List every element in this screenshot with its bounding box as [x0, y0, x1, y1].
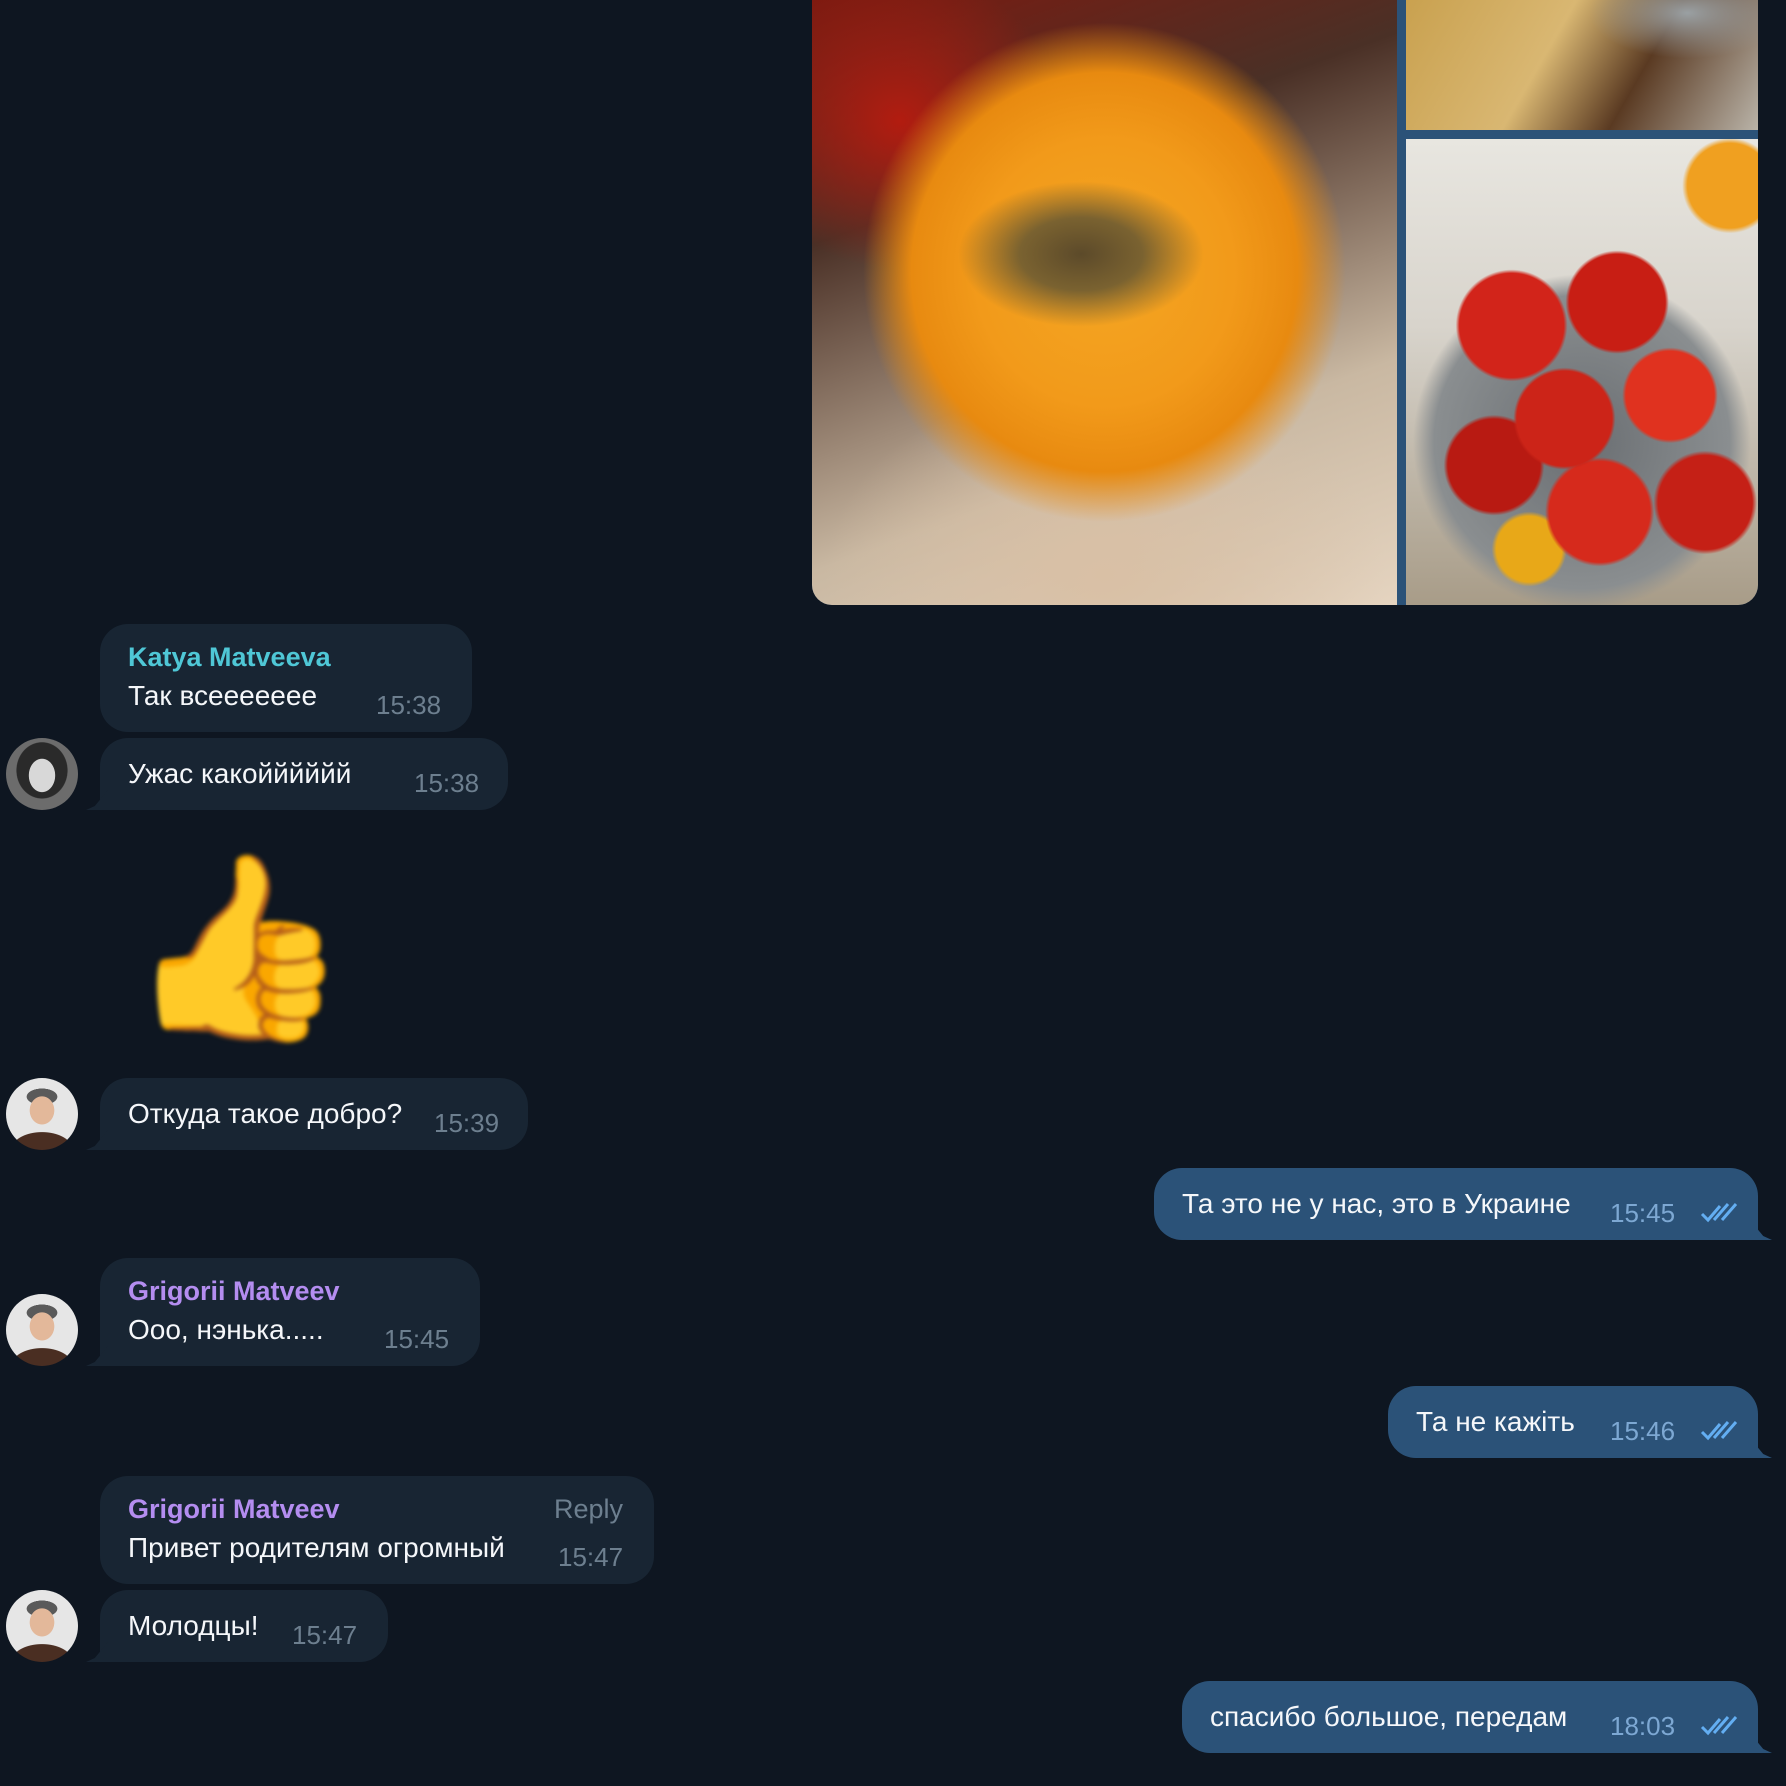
message-text: Молодцы! — [128, 1610, 259, 1641]
double-check-icon — [1700, 1203, 1738, 1223]
message-time: 15:38 — [414, 768, 480, 798]
message-time: 15:46 — [1610, 1416, 1676, 1446]
message-time: 15:47 — [558, 1542, 624, 1572]
message-time: 15:45 — [384, 1324, 450, 1354]
red-tomatoes-bowl-photo[interactable] — [1406, 139, 1758, 605]
message-text: Так всеееееее — [128, 680, 318, 711]
message-bubble[interactable]: Та не кажіть 15:46 — [1388, 1386, 1758, 1458]
message-bubble[interactable]: Молодцы! 15:47 — [100, 1590, 388, 1662]
sender-name[interactable]: Grigorii Matveev — [128, 1276, 340, 1307]
message-bubble[interactable]: Grigorii Matveev Ооо, нэнька..... 15:45 — [100, 1258, 480, 1366]
avatar[interactable] — [6, 1078, 78, 1150]
message-bubble[interactable]: Откуда такое добро? 15:39 — [100, 1078, 528, 1150]
message-bubble[interactable]: спасибо большое, передам 18:03 — [1182, 1681, 1758, 1753]
message-text: Та не кажіть — [1416, 1406, 1575, 1437]
sender-name[interactable]: Grigorii Matveev — [128, 1494, 340, 1525]
avatar[interactable] — [6, 1590, 78, 1662]
reply-button[interactable]: Reply — [554, 1494, 623, 1525]
double-check-icon — [1700, 1716, 1738, 1736]
sender-name[interactable]: Katya Matveeva — [128, 642, 331, 673]
kitchen-photo[interactable] — [1406, 0, 1758, 130]
message-text: Ооо, нэнька..... — [128, 1314, 324, 1345]
message-bubble[interactable]: Grigorii Matveev Reply Привет родителям … — [100, 1476, 654, 1584]
message-text: Та это не у нас, это в Украине — [1182, 1188, 1571, 1219]
message-time: 18:03 — [1610, 1711, 1676, 1741]
message-time: 15:47 — [292, 1620, 358, 1650]
double-check-icon — [1700, 1421, 1738, 1441]
chat-history: Katya Matveeva Так всеееееее 15:38 Ужас … — [0, 0, 1786, 1786]
message-time: 15:38 — [376, 690, 442, 720]
yellow-tomato-photo[interactable] — [812, 0, 1397, 605]
message-time: 15:45 — [1610, 1198, 1676, 1228]
message-text: Откуда такое добро? — [128, 1098, 403, 1129]
message-time: 15:39 — [434, 1108, 500, 1138]
message-bubble[interactable]: Ужас какойййййй 15:38 — [100, 738, 508, 810]
avatar[interactable] — [6, 1294, 78, 1366]
message-text: Ужас какойййййй — [128, 758, 352, 789]
photo-album[interactable] — [812, 0, 1758, 605]
message-bubble[interactable]: Та это не у нас, это в Украине 15:45 — [1154, 1168, 1758, 1240]
message-text: Привет родителям огромный — [128, 1532, 505, 1563]
message-bubble[interactable]: Katya Matveeva Так всеееееее 15:38 — [100, 624, 472, 732]
message-text: спасибо большое, передам — [1210, 1701, 1568, 1732]
thumbs-up-sticker[interactable]: 👍 — [126, 848, 350, 1048]
avatar[interactable] — [6, 738, 78, 810]
